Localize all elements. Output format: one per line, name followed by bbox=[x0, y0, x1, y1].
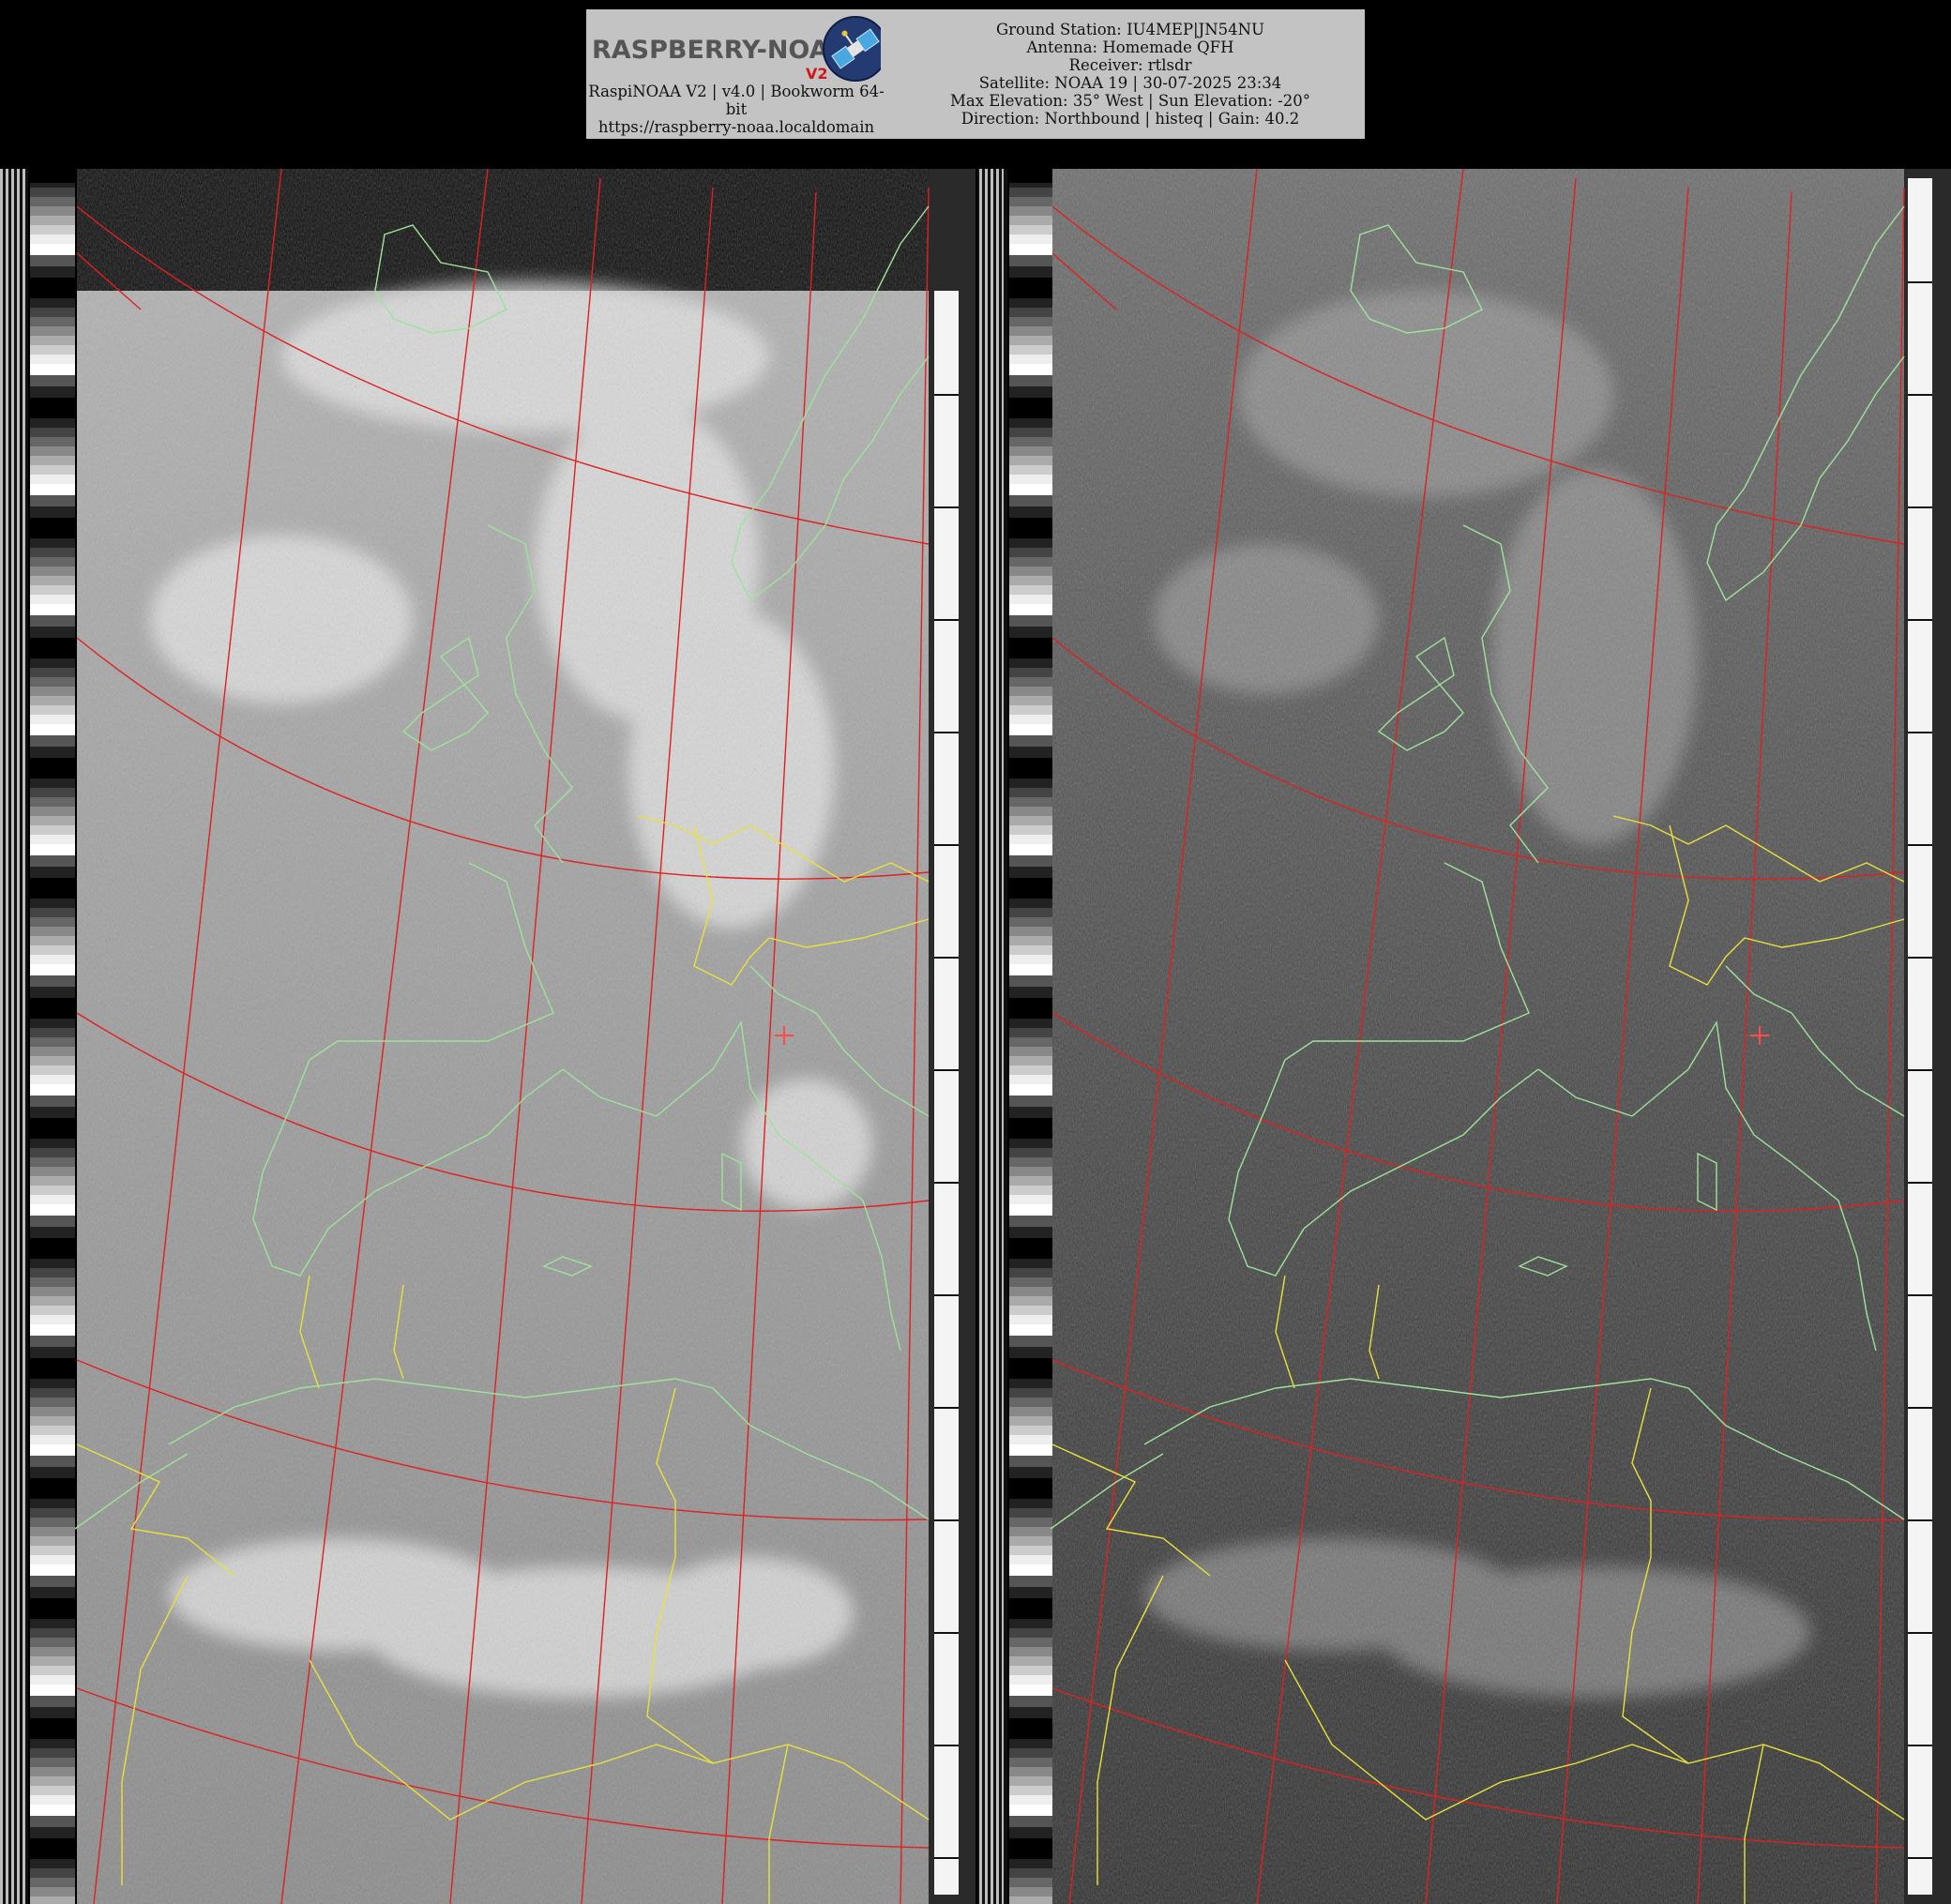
channel-a-panel bbox=[0, 169, 1004, 1904]
elevation-line: Max Elevation: 35° West | Sun Elevation:… bbox=[950, 92, 1310, 110]
antenna-line: Antenna: Homemade QFH bbox=[1026, 38, 1234, 56]
telemetry-strip-right bbox=[1908, 178, 1932, 1895]
receiver-line: Receiver: rtlsdr bbox=[1068, 56, 1192, 74]
ground-station-line: Ground Station: IU4MEP|JN54NU bbox=[995, 21, 1265, 38]
logo-wordmark: RASPBERRY-NOAA bbox=[592, 36, 849, 65]
satellite-line: Satellite: NOAA 19 | 30-07-2025 23:34 bbox=[978, 74, 1282, 92]
software-version-line-2: bit bbox=[725, 100, 748, 118]
satellite-icon bbox=[823, 16, 881, 82]
direction-gain-line: Direction: Northbound | histeq | Gain: 4… bbox=[960, 110, 1300, 128]
station-url: https://raspberry-noaa.localdomain bbox=[597, 118, 875, 136]
satellite-imagery bbox=[0, 169, 1951, 1904]
logo-badge: V2 bbox=[806, 65, 828, 83]
raspberry-noaa-logo: RASPBERRY-NOAA V2 bbox=[592, 16, 881, 83]
telemetry-strip-left bbox=[934, 291, 959, 1895]
software-version-line-1: RaspiNOAA V2 | v4.0 | Bookworm 64- bbox=[588, 83, 885, 100]
station-software-info: RaspiNOAA V2 | v4.0 | Bookworm 64- bit h… bbox=[586, 83, 886, 136]
calibration-wedge-left bbox=[30, 183, 75, 1904]
calibration-wedge-right bbox=[1009, 183, 1054, 1904]
info-header: RASPBERRY-NOAA V2 RaspiNOAA V2 | v4.0 | … bbox=[586, 9, 1365, 139]
pass-details: Ground Station: IU4MEP|JN54NU Antenna: H… bbox=[896, 21, 1365, 128]
sync-stripe-left bbox=[0, 169, 28, 1904]
